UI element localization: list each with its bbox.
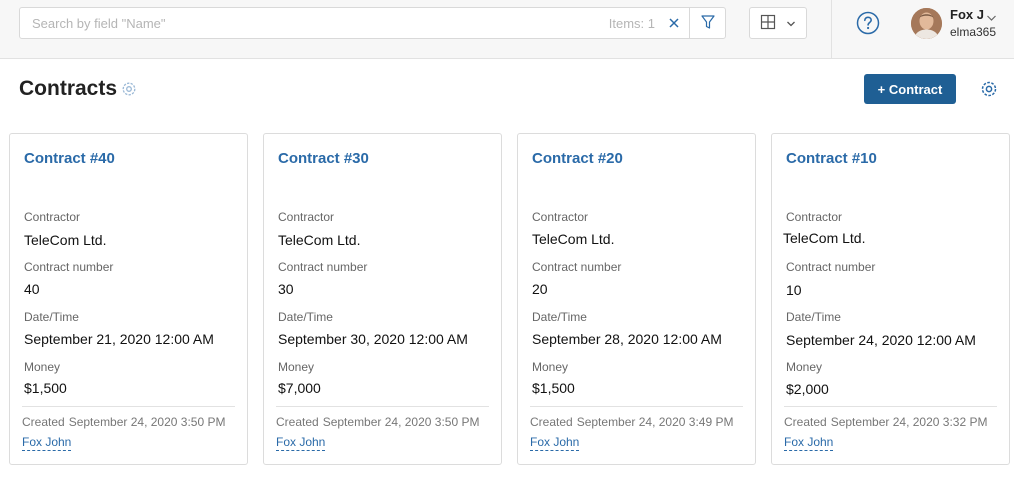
contract-number-value: 10 [786,282,802,298]
chevron-down-icon [786,16,796,31]
card-title-link[interactable]: Contract #40 [24,150,115,167]
card-title-link[interactable]: Contract #10 [786,150,877,167]
created-date: September 24, 2020 3:32 PM [830,415,988,429]
contract-number-label: Contract number [532,260,622,274]
contractor-value: TeleCom Ltd. [532,231,615,247]
datetime-label: Date/Time [24,310,79,324]
contractor-value: TeleCom Ltd. [278,232,361,248]
author-link[interactable]: Fox John [784,435,834,451]
divider [276,406,489,407]
datetime-value: September 24, 2020 12:00 AM [786,332,976,348]
contractor-label: Contractor [786,210,843,224]
gear-icon[interactable] [979,79,999,99]
contract-card[interactable]: Contract #30 Contractor TeleCom Ltd. Con… [263,133,502,465]
view-switch-button[interactable] [749,7,807,39]
contract-number-label: Contract number [24,260,114,274]
datetime-label: Date/Time [786,310,841,324]
page-title: Contracts [19,77,118,100]
money-label: Money [278,360,315,374]
grid-icon [760,14,776,33]
created-info: Created September 24, 2020 3:50 PM [276,415,479,429]
search-box: Items: 1 [19,7,726,39]
created-info: Created September 24, 2020 3:32 PM [784,415,987,429]
contract-number-value: 30 [278,281,294,297]
contractor-value: TeleCom Ltd. [783,230,866,246]
created-date: September 24, 2020 3:50 PM [68,415,226,429]
money-value: $1,500 [532,380,575,396]
created-date: September 24, 2020 3:49 PM [576,415,734,429]
created-info: Created September 24, 2020 3:50 PM [22,415,225,429]
card-title-link[interactable]: Contract #20 [532,150,623,167]
contractor-value: TeleCom Ltd. [24,232,107,248]
divider [530,406,743,407]
created-date: September 24, 2020 3:50 PM [322,415,480,429]
divider [22,406,235,407]
money-value: $7,000 [278,380,321,396]
datetime-value: September 21, 2020 12:00 AM [24,331,214,347]
close-icon[interactable] [665,14,683,32]
contract-number-label: Contract number [786,260,876,274]
search-input[interactable] [20,8,580,38]
question-icon[interactable] [856,11,880,35]
add-contract-button[interactable]: + Contract [864,74,956,104]
money-value: $1,500 [24,380,67,396]
author-link[interactable]: Fox John [276,435,326,451]
datetime-label: Date/Time [278,310,333,324]
avatar[interactable] [911,8,942,39]
divider [831,0,832,59]
money-label: Money [24,360,61,374]
filter-button[interactable] [689,8,725,38]
user-company: elma365 [950,25,997,39]
created-label: Created [22,415,65,429]
contractor-label: Contractor [24,210,81,224]
filter-icon [700,14,716,33]
contract-card[interactable]: Contract #20 Contractor TeleCom Ltd. Con… [517,133,756,465]
created-label: Created [530,415,573,429]
top-bar: Items: 1 Fox J elma365 [0,0,1014,59]
money-value: $2,000 [786,381,829,397]
datetime-value: September 28, 2020 12:00 AM [532,331,722,347]
contract-card[interactable]: Contract #10 Contractor TeleCom Ltd. Con… [771,133,1010,465]
contract-number-value: 20 [532,281,548,297]
created-info: Created September 24, 2020 3:49 PM [530,415,733,429]
contract-card[interactable]: Contract #40 Contractor TeleCom Ltd. Con… [9,133,248,465]
author-link[interactable]: Fox John [22,435,72,451]
money-label: Money [786,360,823,374]
contractor-label: Contractor [278,210,335,224]
contract-number-value: 40 [24,281,40,297]
contractor-label: Contractor [532,210,589,224]
card-title-link[interactable]: Contract #30 [278,150,369,167]
items-count: Items: 1 [608,16,655,31]
author-link[interactable]: Fox John [530,435,580,451]
datetime-label: Date/Time [532,310,587,324]
created-label: Created [276,415,319,429]
money-label: Money [532,360,569,374]
created-label: Created [784,415,827,429]
divider [784,406,997,407]
gear-icon[interactable] [120,80,138,98]
datetime-value: September 30, 2020 12:00 AM [278,331,468,347]
contract-number-label: Contract number [278,260,368,274]
user-name[interactable]: Fox J [950,7,984,22]
chevron-down-icon[interactable] [986,10,997,21]
